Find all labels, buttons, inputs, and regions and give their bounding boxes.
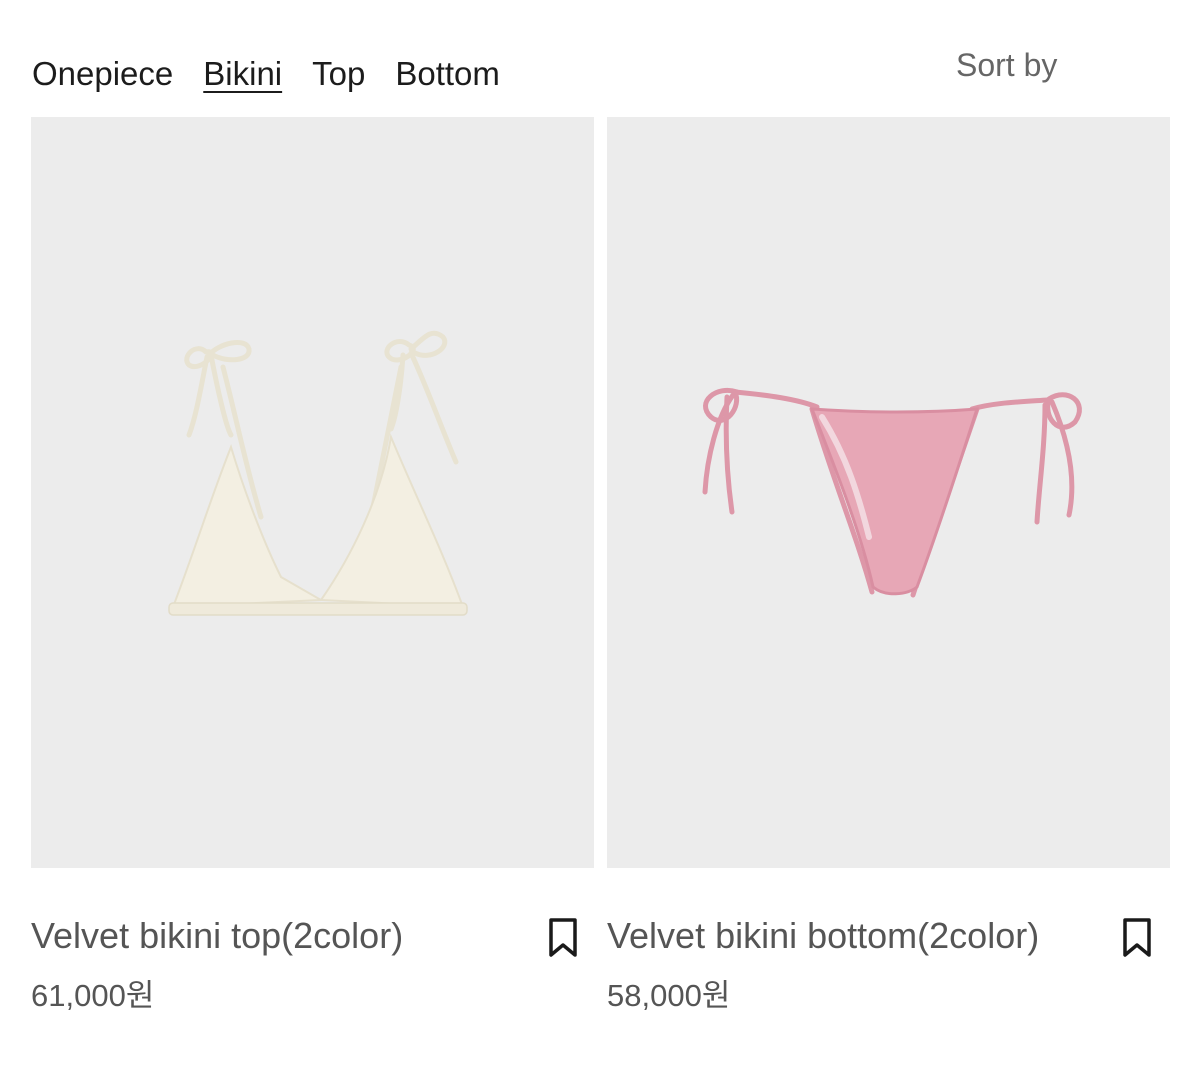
bookmark-icon[interactable]	[1120, 917, 1154, 959]
bookmark-icon[interactable]	[546, 917, 580, 959]
product-price: 61,000원	[31, 978, 155, 1013]
product-name[interactable]: Velvet bikini bottom(2color)	[607, 913, 1039, 959]
tab-onepiece[interactable]: Onepiece	[32, 52, 173, 96]
product-image-bikini-bottom[interactable]	[607, 117, 1170, 868]
tab-top[interactable]: Top	[312, 52, 365, 96]
bikini-bottom-illustration	[702, 388, 1082, 598]
product-image-bikini-top[interactable]	[31, 117, 594, 868]
bikini-top-illustration	[168, 330, 468, 616]
sort-by-button[interactable]: Sort by	[956, 43, 1057, 87]
tab-bottom[interactable]: Bottom	[395, 52, 500, 96]
product-price: 58,000원	[607, 978, 731, 1013]
product-card[interactable]: Velvet bikini top(2color) 61,000원	[31, 117, 594, 1013]
tab-bikini[interactable]: Bikini	[203, 52, 282, 96]
product-card[interactable]: Velvet bikini bottom(2color) 58,000원	[607, 117, 1170, 1013]
product-name[interactable]: Velvet bikini top(2color)	[31, 913, 403, 959]
category-nav: Onepiece Bikini Top Bottom	[32, 52, 500, 96]
